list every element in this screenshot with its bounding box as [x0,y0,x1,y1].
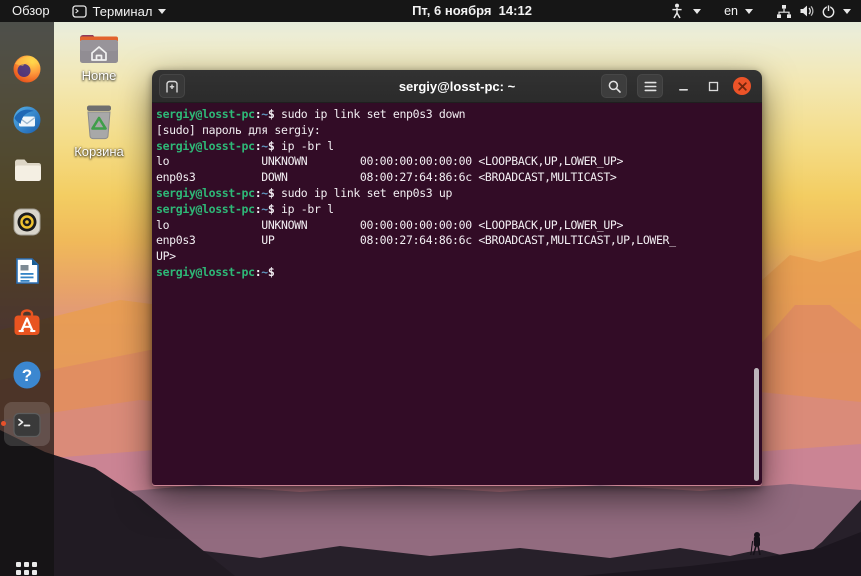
terminal-icon [13,412,41,438]
libreoffice-writer-icon [16,258,39,284]
scrollbar-thumb[interactable] [754,368,759,481]
activities-button[interactable]: Обзор [0,0,62,22]
terminal-output: sergiy@losst-pc:~$ sudo ip link set enp0… [156,107,762,281]
grid-dot [16,570,21,575]
chevron-down-icon [158,8,167,14]
firefox-icon [13,55,41,83]
grid-dot [16,562,21,567]
window-titlebar[interactable]: sergiy@losst-pc: ~ [152,70,762,103]
terminal-line: enp0s3 DOWN 08:00:27:64:86:6c <BROADCAST… [156,170,624,185]
grid-dot [32,562,37,567]
dock-item-libreoffice-writer[interactable] [10,254,44,288]
terminal-window: sergiy@losst-pc: ~ sergiy@losst-pc:~$ su… [152,70,762,486]
terminal-app-icon [71,4,87,18]
system-status-area: en [670,0,861,22]
grid-dot [32,570,37,575]
close-icon [737,81,747,91]
dock-item-terminal[interactable] [10,408,44,442]
clock[interactable]: Пт, 6 ноября 14:12 [412,0,532,22]
top-bar: Обзор Терминал Пт, 6 ноября 14:12 en [0,0,861,22]
language-label: en [724,4,738,18]
chevron-down-icon [745,8,753,14]
terminal-line: sergiy@losst-pc:~$ sudo ip link set enp0… [156,185,453,200]
show-applications-button[interactable] [16,562,40,576]
terminal-line: lo UNKNOWN 00:00:00:00:00:00 <LOOPBACK,U… [156,217,630,232]
terminal-line: UP> [156,249,183,264]
app-menu-button[interactable]: Терминал [62,0,177,22]
desktop-icon-label: Home [81,68,117,83]
titlebar-controls [601,74,762,98]
volume-icon [800,5,814,17]
terminal-line: [sudo] пароль для sergiy: [156,122,328,137]
search-icon [608,80,621,93]
accessibility-icon[interactable] [670,3,684,19]
desktop-icon-home[interactable]: Home [67,28,131,83]
files-icon [15,159,41,181]
desktop-icon-label: Корзина [74,144,124,159]
terminal-content[interactable]: sergiy@losst-pc:~$ sudo ip link set enp0… [152,103,762,485]
menu-button[interactable] [637,74,663,98]
trash-icon [87,105,111,140]
terminal-line: sergiy@losst-pc:~$ ip -br l [156,138,334,153]
dock: ? [0,22,54,576]
dock-item-ubuntu-software[interactable] [10,306,44,340]
desktop-icon-trash[interactable]: Корзина [67,100,131,159]
terminal-line: sergiy@losst-pc:~$ [156,264,282,279]
search-button[interactable] [601,74,627,98]
thunderbird-icon [13,106,41,134]
dock-item-help[interactable]: ? [10,358,44,392]
hamburger-menu-icon [644,81,656,91]
grid-dot [24,570,29,575]
minimize-button[interactable] [673,76,693,96]
power-icon [822,4,835,18]
grid-dot [24,562,29,567]
maximize-button[interactable] [703,76,723,96]
chevron-down-icon [843,8,851,14]
close-button[interactable] [733,77,751,95]
new-tab-button[interactable] [159,74,185,98]
rhythmbox-icon [13,208,41,236]
new-tab-icon [166,80,178,92]
dock-item-files[interactable] [10,153,44,187]
terminal-line: lo UNKNOWN 00:00:00:00:00:00 <LOOPBACK,U… [156,154,630,169]
wired-network-icon [777,4,791,18]
system-menu[interactable] [776,4,851,19]
help-icon: ? [13,361,41,389]
dock-item-firefox[interactable] [10,52,44,86]
chevron-down-icon[interactable] [693,8,702,14]
dock-item-thunderbird[interactable] [10,103,44,137]
running-indicator-dot [1,421,6,426]
terminal-line: sergiy@losst-pc:~$ ip -br l [156,201,334,216]
home-folder-icon [80,35,118,63]
svg-text:?: ? [22,366,32,385]
minimize-icon [678,88,688,91]
ubuntu-software-icon [14,309,40,335]
app-menu-label: Терминал [92,3,153,19]
terminal-line: enp0s3 UP 08:00:27:64:86:6c <BROADCAST,M… [156,233,676,248]
dock-item-rhythmbox[interactable] [10,205,44,239]
language-menu[interactable]: en [724,4,753,18]
terminal-line: sergiy@losst-pc:~$ sudo ip link set enp0… [156,107,466,121]
maximize-icon [708,81,718,91]
